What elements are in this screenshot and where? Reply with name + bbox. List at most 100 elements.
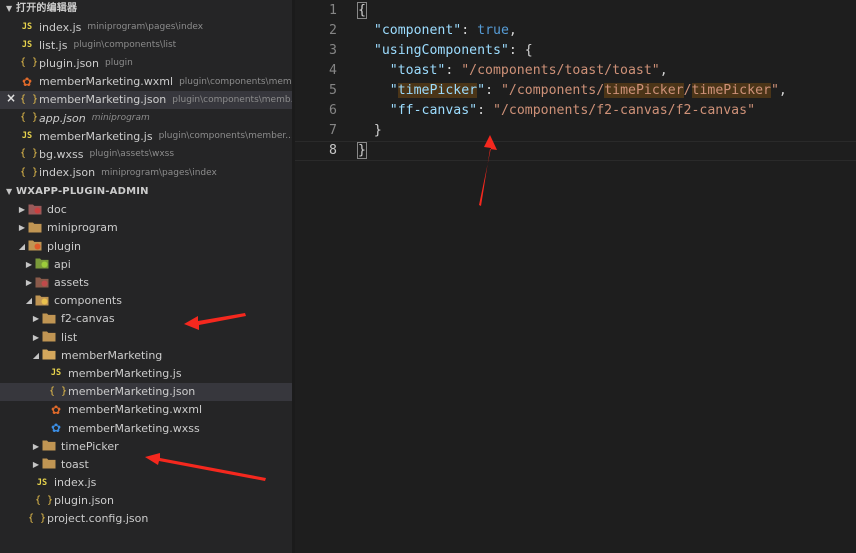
js-file-icon: JS — [21, 131, 33, 142]
code-token: , — [778, 83, 787, 98]
open-editor-item[interactable]: { } plugin.json plugin — [0, 54, 292, 72]
chevron-right-icon[interactable]: ▶ — [23, 260, 35, 269]
open-editor-path: plugin\components\list — [73, 40, 177, 51]
line-number: 5 — [329, 83, 337, 98]
chevron-right-icon[interactable]: ▶ — [30, 460, 42, 469]
project-header[interactable]: ▼ WXAPP-PLUGIN-ADMIN — [0, 183, 292, 201]
code-line[interactable]: 5 "timePicker": "/components/timePicker/… — [295, 81, 856, 101]
tree-folder[interactable]: ▶ timePicker — [0, 437, 292, 455]
tree-file[interactable]: ✿ memberMarketing.wxss — [0, 419, 292, 437]
code-token: "ff-canvas" — [389, 103, 478, 118]
open-editor-item[interactable]: ✿ memberMarketing.wxml plugin\components\m… — [0, 73, 292, 91]
code-editor[interactable]: 1{2 "component": true, 3 "usingComponents… — [295, 0, 856, 553]
chevron-down-icon[interactable]: ◢ — [23, 296, 35, 305]
code-token: : — [477, 103, 493, 118]
tree-item-label: index.js — [54, 476, 97, 490]
tree-file[interactable]: JS memberMarketing.js — [0, 364, 292, 382]
tree-folder[interactable]: ▶ toast — [0, 455, 292, 473]
code-token: , — [659, 63, 668, 78]
open-editor-filename: plugin.json — [39, 56, 100, 70]
js-file-icon: JS — [21, 40, 33, 51]
chevron-right-icon[interactable]: ▶ — [16, 223, 28, 232]
chevron-right-icon[interactable]: ▶ — [30, 333, 42, 342]
open-editor-path: plugin\assets\wxss — [89, 149, 175, 160]
tree-file[interactable]: JS index.js — [0, 474, 292, 492]
tree-item-label: components — [54, 294, 122, 308]
code-line[interactable]: 3 "usingComponents": { — [295, 41, 856, 61]
code-content: "timePicker": "/components/timePicker/ti… — [358, 81, 787, 101]
tree-item-label: list — [61, 330, 78, 344]
tree-folder[interactable]: ▶ list — [0, 328, 292, 346]
chevron-right-icon[interactable]: ▶ — [30, 314, 42, 323]
line-number: 6 — [329, 103, 337, 118]
folder-plugin-icon — [28, 239, 42, 253]
chevron-right-icon[interactable]: ▶ — [23, 278, 35, 287]
explorer-sidebar: ▼ 打开的编辑器 JS index.js miniprogram\pages\ind… — [0, 0, 292, 553]
open-editor-path: plugin\components\mem... — [179, 76, 292, 87]
chevron-down-icon[interactable]: ◢ — [30, 351, 42, 360]
code-line[interactable]: 2 "component": true, — [295, 21, 856, 41]
open-editors-list: JS index.js miniprogram\pages\index JS list.… — [0, 18, 292, 182]
code-token: timePicker — [691, 83, 771, 98]
code-content: "toast": "/components/toast/toast", — [358, 61, 668, 81]
open-editor-filename: memberMarketing.json — [39, 93, 167, 107]
chevron-right-icon[interactable]: ▶ — [16, 205, 28, 214]
tree-file[interactable]: { } memberMarketing.json — [0, 382, 292, 401]
tree-file[interactable]: { } project.config.json — [0, 510, 292, 528]
code-token: "/components/ — [500, 83, 605, 98]
chevron-down-icon: ▼ — [6, 186, 13, 196]
tree-folder[interactable]: ▶ api — [0, 255, 292, 273]
open-editor-item[interactable]: { } bg.wxss plugin\assets\wxss — [0, 145, 292, 163]
code-line[interactable]: 8} — [295, 141, 856, 161]
code-token: "toast" — [389, 63, 446, 78]
line-number: 3 — [329, 43, 337, 58]
folder-components-icon — [35, 294, 49, 308]
tree-item-label: memberMarketing.json — [68, 385, 196, 399]
json-file-icon: { } — [35, 494, 54, 506]
tree-file[interactable]: { } plugin.json — [0, 492, 292, 510]
js-file-icon: JS — [36, 477, 48, 488]
open-editor-item[interactable]: { } index.json miniprogram\pages\index — [0, 164, 292, 182]
line-number: 1 — [329, 3, 337, 18]
close-icon[interactable]: × — [4, 91, 18, 105]
code-token: "usingComponents" — [373, 43, 509, 58]
code-token: timePicker — [397, 83, 478, 98]
folder-icon — [42, 312, 56, 326]
wxss-file-icon: { } — [20, 148, 39, 160]
folder-api-icon — [35, 257, 49, 271]
folder-assets-icon — [35, 276, 49, 290]
tree-folder[interactable]: ▶ miniprogram — [0, 219, 292, 237]
code-line[interactable]: 6 "ff-canvas": "/components/f2-canvas/f2… — [295, 101, 856, 121]
tree-folder[interactable]: ▶ doc — [0, 201, 292, 219]
code-line[interactable]: 1{ — [295, 1, 856, 21]
chevron-down-icon[interactable]: ◢ — [16, 242, 28, 251]
chevron-right-icon[interactable]: ▶ — [30, 442, 42, 451]
tree-item-label: f2-canvas — [61, 312, 115, 326]
open-editor-item[interactable]: JS memberMarketing.js plugin\components\me… — [0, 127, 292, 145]
open-editor-item[interactable]: JS index.js miniprogram\pages\index — [0, 18, 292, 36]
tree-item-label: doc — [47, 203, 67, 217]
code-token: / — [683, 83, 692, 98]
tree-folder[interactable]: ◢ plugin — [0, 237, 292, 255]
code-token: : — [445, 63, 462, 78]
tree-item-label: memberMarketing.wxml — [68, 403, 203, 417]
tree-folder[interactable]: ◢ memberMarketing — [0, 346, 292, 364]
folder-doc-icon — [28, 203, 42, 217]
code-line[interactable]: 4 "toast": "/components/toast/toast", — [295, 61, 856, 81]
tree-folder[interactable]: ▶ f2-canvas — [0, 310, 292, 328]
folder-open-icon — [42, 348, 56, 362]
open-editors-title: 打开的编辑器 — [16, 3, 78, 14]
json-file-icon: { } — [20, 57, 39, 69]
chevron-down-icon: ▼ — [6, 4, 13, 13]
code-lines: 1{2 "component": true, 3 "usingComponents… — [295, 0, 856, 161]
json-file-icon: { } — [20, 112, 39, 124]
tree-folder[interactable]: ◢ components — [0, 292, 292, 310]
open-editor-item[interactable]: { } app.json miniprogram — [0, 109, 292, 127]
tree-folder[interactable]: ▶ assets — [0, 273, 292, 291]
tree-item-label: memberMarketing.wxss — [68, 421, 200, 435]
open-editors-header[interactable]: ▼ 打开的编辑器 — [0, 0, 292, 18]
open-editor-item[interactable]: ×{ } memberMarketing.json plugin\component… — [0, 90, 292, 109]
tree-file[interactable]: ✿ memberMarketing.wxml — [0, 401, 292, 419]
code-line[interactable]: 7 } — [295, 121, 856, 141]
open-editor-item[interactable]: JS list.js plugin\components\list — [0, 36, 292, 54]
